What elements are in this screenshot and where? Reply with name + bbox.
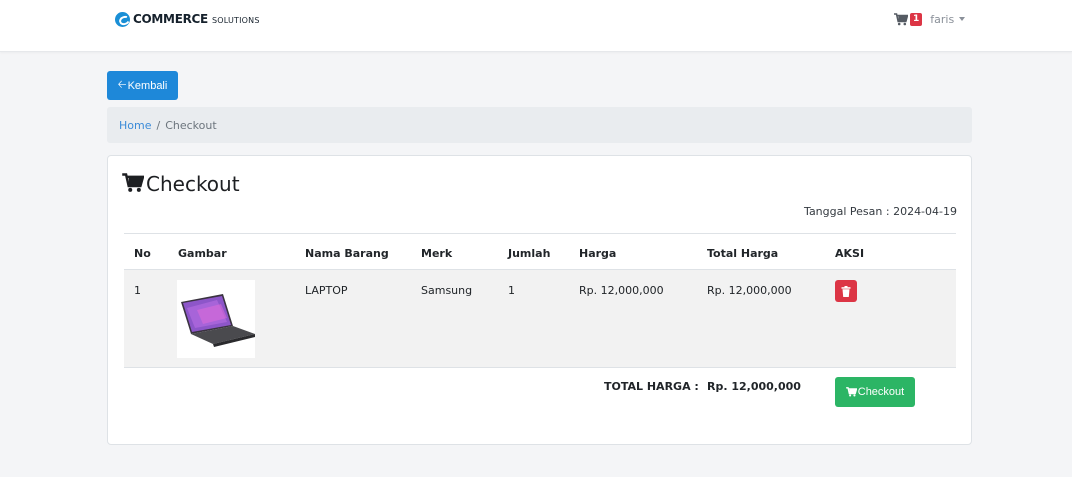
brand-icon [115,11,130,27]
checkout-table: No Gambar Nama Barang Merk Jumlah Harga … [124,233,956,368]
nav-user-area: 1 faris [894,10,966,28]
breadcrumb-home-link[interactable]: Home [119,119,151,132]
arrow-left-icon: 🡠 [117,79,127,91]
chevron-down-icon[interactable] [959,17,966,21]
cart-count-badge: 1 [910,12,923,26]
order-date: Tanggal Pesan : 2024-04-19 [804,205,957,218]
item-brand: Samsung [421,284,473,297]
column-header: No [134,247,151,260]
breadcrumb-current: Checkout [165,118,217,132]
checkout-button-label: Checkout [857,386,905,398]
table-header: No Gambar Nama Barang Merk Jumlah Harga … [124,233,956,270]
item-price: Rp. 12,000,000 [579,284,664,297]
column-header: Nama Barang [305,247,389,260]
total-price-label: TOTAL HARGA : [604,380,699,393]
item-name: LAPTOP [305,284,348,297]
checkout-card: Checkout Tanggal Pesan : 2024-04-19 No G… [107,155,972,445]
column-header: Total Harga [707,247,779,260]
item-number: 1 [134,284,141,297]
navbar: COMMERCE SOLUTIONS 1 faris [0,0,1072,52]
back-button[interactable]: 🡠 Kembali [107,71,178,100]
page-title: Checkout [122,172,240,196]
user-menu-toggle[interactable]: faris [930,13,954,26]
brand-name: COMMERCE [133,12,208,26]
trash-icon [841,285,851,297]
brand-logo[interactable]: COMMERCE SOLUTIONS [115,10,260,28]
total-price-value: Rp. 12,000,000 [707,380,801,393]
column-header: Gambar [178,247,227,260]
checkout-button[interactable]: Checkout [835,377,915,407]
back-button-label: Kembali [127,79,168,92]
column-header: Jumlah [508,247,551,260]
column-header: AKSI [835,247,865,260]
delete-item-button[interactable] [835,280,857,302]
column-header: Merk [421,247,453,260]
product-image [177,280,255,358]
brand-subtitle: SOLUTIONS [211,15,260,25]
item-total: Rp. 12,000,000 [707,284,792,297]
cart-icon[interactable] [894,12,908,26]
cart-icon [122,172,145,196]
table-row: 1 LAPTOP Samsung 1 Rp. 12,000,000 Rp. 12… [124,270,956,368]
cart-icon [845,387,857,397]
item-quantity: 1 [508,284,515,297]
page-title-text: Checkout [146,172,240,196]
column-header: Harga [579,247,617,260]
breadcrumb-separator: / [156,118,161,132]
breadcrumb: Home / Checkout [107,107,972,143]
